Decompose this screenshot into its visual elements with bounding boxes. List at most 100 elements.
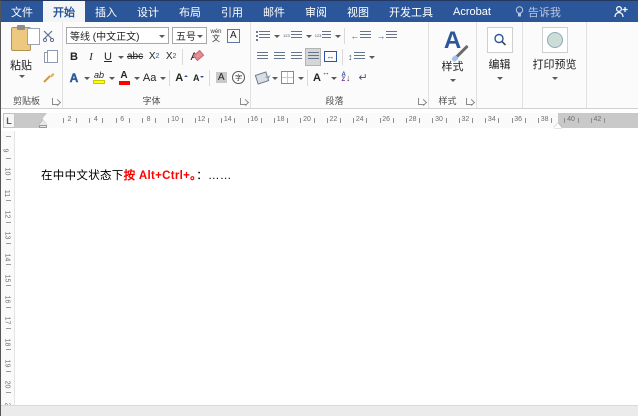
shading-button[interactable] <box>254 69 270 87</box>
paragraph-group-label: 段落 <box>325 96 344 106</box>
tab-review[interactable]: 审阅 <box>295 1 337 22</box>
align-left-button[interactable] <box>254 48 270 66</box>
multilevel-list-button[interactable]: 123 <box>313 27 334 45</box>
group-font: 等线 (中文正文) 五号 wén 文 A B I U abc X 2 X 2 A… <box>63 22 251 108</box>
print-preview-dropdown-icon[interactable] <box>551 77 558 83</box>
styles-button[interactable]: A 样式 <box>432 25 473 83</box>
character-shading-icon: A <box>215 72 227 83</box>
sort-button[interactable]: AZ ↓ <box>338 69 354 87</box>
bold-button[interactable]: B <box>66 48 82 66</box>
document-page[interactable]: 在中中文状态下按 Alt+Ctrl+。：…… <box>16 131 638 405</box>
ruler-number: 9 <box>1 148 9 153</box>
ruler-tick <box>6 264 11 266</box>
font-name-combobox[interactable]: 等线 (中文正文) <box>66 27 169 44</box>
bullets-dropdown-icon[interactable] <box>274 34 280 41</box>
decrease-indent-button[interactable]: ← <box>348 27 373 45</box>
tell-me[interactable]: 告诉我 <box>507 1 569 22</box>
bullets-button[interactable] <box>254 27 272 45</box>
character-shading-button[interactable]: A <box>213 69 229 87</box>
editing-button[interactable]: 编辑 <box>480 25 519 81</box>
line-spacing-button[interactable]: ↕ <box>346 48 367 66</box>
font-color-button[interactable]: A <box>116 69 132 87</box>
change-case-dropdown-icon[interactable] <box>160 76 167 83</box>
tab-mailings[interactable]: 邮件 <box>253 1 295 22</box>
enclose-character-button[interactable]: 字 <box>230 69 247 87</box>
highlight-button[interactable]: ab <box>91 69 107 87</box>
multilevel-dropdown-icon[interactable] <box>335 34 342 41</box>
tab-acrobat[interactable]: Acrobat <box>443 1 501 22</box>
format-painter-button[interactable] <box>38 69 58 87</box>
tab-design[interactable]: 设计 <box>127 1 169 22</box>
tab-view[interactable]: 视图 <box>337 1 379 22</box>
numbering-dropdown-icon[interactable] <box>305 34 312 41</box>
styles-dropdown-icon[interactable] <box>449 79 456 85</box>
first-line-indent-marker[interactable] <box>39 113 47 118</box>
shrink-font-button[interactable]: A <box>190 69 206 87</box>
clear-formatting-button[interactable]: A <box>186 48 202 66</box>
character-border-button[interactable]: A <box>225 27 242 45</box>
font-color-dropdown-icon[interactable] <box>134 76 140 83</box>
copy-button[interactable] <box>38 48 58 66</box>
ruler-number: 20 <box>3 380 11 389</box>
asian-layout-dropdown-icon[interactable] <box>330 76 337 83</box>
asian-layout-button[interactable]: A <box>311 68 330 87</box>
paste-dropdown-icon[interactable] <box>18 75 25 81</box>
paste-button[interactable]: 粘贴 <box>4 25 40 93</box>
vertical-ruler[interactable]: 910111213141516171819202122 <box>1 131 15 415</box>
left-indent-marker[interactable] <box>39 125 47 128</box>
grow-font-button[interactable]: A <box>173 69 189 87</box>
align-center-button[interactable] <box>271 48 287 66</box>
tab-file[interactable]: 文件 <box>1 1 43 22</box>
text-effects-button[interactable]: A <box>66 69 82 87</box>
ruler-tick <box>62 118 64 123</box>
font-dialog-launcher[interactable] <box>240 98 247 105</box>
underline-dropdown-icon[interactable] <box>118 55 124 62</box>
font-size-combobox[interactable]: 五号 <box>172 27 207 44</box>
justify-button[interactable] <box>305 47 321 66</box>
ruler-tick <box>538 118 539 123</box>
borders-dropdown-icon[interactable] <box>298 76 304 83</box>
shading-dropdown-icon[interactable] <box>272 76 278 83</box>
text-effects-dropdown-icon[interactable] <box>84 76 90 83</box>
ruler-number: 22 <box>329 116 338 123</box>
tab-stop-selector[interactable]: L <box>3 113 15 128</box>
superscript-button[interactable]: X2 <box>163 48 179 66</box>
italic-button[interactable]: I <box>83 48 99 66</box>
tab-references[interactable]: 引用 <box>211 1 253 22</box>
tab-developer[interactable]: 开发工具 <box>379 1 443 22</box>
tab-layout[interactable]: 布局 <box>169 1 211 22</box>
increase-indent-button[interactable]: → <box>374 27 399 45</box>
bottom-strip <box>1 405 638 416</box>
show-marks-button[interactable]: ↵ <box>355 69 371 87</box>
strikethrough-button[interactable]: abc <box>125 48 145 66</box>
font-size-dropdown-icon[interactable] <box>197 34 203 41</box>
menu-bar: 文件 开始 插入 设计 布局 引用 邮件 审阅 视图 开发工具 Acrobat … <box>1 1 638 22</box>
share-icon[interactable] <box>603 1 638 22</box>
numbering-button[interactable]: 123 <box>281 27 304 45</box>
clipboard-group-label: 剪贴板 <box>12 96 40 106</box>
styles-dialog-launcher[interactable] <box>466 98 473 105</box>
paragraph-dialog-launcher[interactable] <box>418 98 425 105</box>
line-spacing-dropdown-icon[interactable] <box>368 55 375 62</box>
ruler-tick <box>6 370 11 372</box>
tab-home[interactable]: 开始 <box>43 1 85 22</box>
cut-button[interactable] <box>38 27 58 45</box>
clipboard-dialog-launcher[interactable] <box>52 98 59 105</box>
font-name-dropdown-icon[interactable] <box>159 34 165 41</box>
ruler-number: 28 <box>408 116 417 123</box>
horizontal-ruler[interactable]: 2 4 6 8 10 12 14 16 18 20 22 24 26 28 30 32 34 36 38 40 42 <box>15 113 638 128</box>
highlight-dropdown-icon[interactable] <box>109 76 115 83</box>
align-right-button[interactable] <box>288 48 304 66</box>
distributed-button[interactable]: ↔ <box>322 48 339 66</box>
underline-button[interactable]: U <box>100 48 116 66</box>
print-preview-button[interactable]: 打印预览 <box>526 25 583 81</box>
phonetic-guide-button[interactable]: wén 文 <box>208 27 224 45</box>
change-case-button[interactable]: Aa <box>141 69 158 87</box>
subscript-button[interactable]: X2 <box>146 48 162 66</box>
tab-insert[interactable]: 插入 <box>85 1 127 22</box>
right-indent-marker[interactable] <box>554 123 562 128</box>
borders-button[interactable] <box>279 69 296 87</box>
align-right-icon <box>290 52 302 61</box>
editing-dropdown-icon[interactable] <box>496 77 503 83</box>
paragraph-text[interactable]: 在中中文状态下按 Alt+Ctrl+。：…… <box>41 167 232 183</box>
